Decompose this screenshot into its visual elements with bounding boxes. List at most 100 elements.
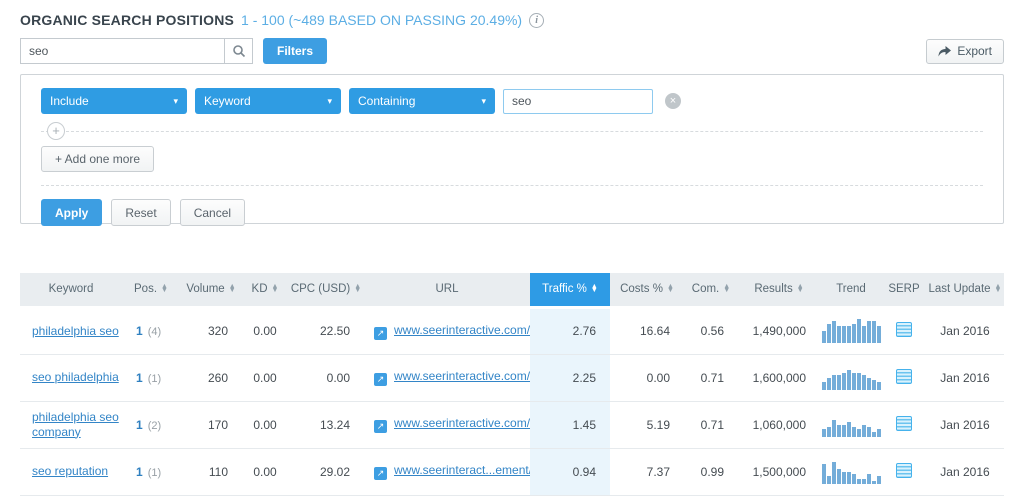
column-header-cpc-usd[interactable]: CPC (USD) ▲ ▼	[288, 273, 364, 309]
column-header-trend: Trend	[820, 273, 882, 309]
serp-icon[interactable]	[896, 462, 912, 478]
search-icon	[232, 45, 245, 58]
last-update-cell: Jan 2016	[926, 401, 1004, 449]
remove-filter-icon[interactable]: ×	[665, 93, 681, 109]
results-cell: 1,490,000	[738, 307, 820, 355]
cancel-button[interactable]: Cancel	[179, 199, 246, 226]
cpc-cell: 13.24	[288, 401, 364, 449]
serp-cell	[882, 401, 926, 449]
keyword-cell: seo philadelphia	[20, 354, 122, 402]
kd-cell: 0.00	[242, 354, 288, 402]
trend-bar	[821, 382, 826, 390]
url-cell: ↗ www.seerinteractive.com/	[364, 401, 530, 449]
trend-bar	[871, 321, 876, 343]
traffic-cell: 2.76	[530, 307, 610, 355]
column-header-costs[interactable]: Costs % ▲ ▼	[610, 273, 684, 309]
keyword-link[interactable]: philadelphia seo company	[32, 410, 119, 439]
trend-bar	[866, 321, 871, 343]
serp-icon[interactable]	[896, 415, 912, 431]
trend-cell	[820, 307, 882, 355]
external-link-icon[interactable]: ↗	[374, 326, 387, 340]
serp-cell	[882, 448, 926, 496]
volume-cell: 260	[180, 354, 242, 402]
trend-bar	[866, 426, 871, 437]
filter-panel: Include ▾ Keyword ▾ Containing ▾ × + + A…	[20, 74, 1004, 226]
last-update-cell: Jan 2016	[926, 354, 1004, 402]
column-header-traffic[interactable]: Traffic % ▲ ▼	[530, 273, 610, 309]
table-header-row: Keyword Pos. ▲ ▼ Volume ▲ ▼ KD ▲ ▼ CPC (USD) ▲ ▼ URL T…	[20, 273, 1004, 309]
traffic-cell: 2.25	[530, 354, 610, 402]
search-input[interactable]	[20, 38, 224, 64]
trend-bar	[856, 478, 861, 484]
competition-cell: 0.56	[684, 307, 738, 355]
trend-bar	[831, 461, 836, 484]
trend-bar	[841, 471, 846, 484]
serp-cell	[882, 307, 926, 355]
results-cell: 1,500,000	[738, 448, 820, 496]
trend-bar	[831, 419, 836, 437]
url-link[interactable]: www.seerinteractive.com/	[394, 369, 530, 383]
trend-bar	[836, 375, 841, 390]
external-link-icon[interactable]: ↗	[374, 373, 387, 386]
column-header-volume[interactable]: Volume ▲ ▼	[180, 273, 242, 309]
url-link[interactable]: www.seerinteractive.com/	[394, 323, 530, 337]
column-header-last-update[interactable]: Last Update ▲ ▼	[926, 273, 1004, 309]
trend-bar	[861, 424, 866, 437]
keyword-link[interactable]: seo reputation	[32, 464, 108, 478]
column-label: CPC (USD)	[290, 283, 351, 296]
chevron-down-icon: ▾	[327, 95, 332, 106]
filter-operator-value: Containing	[358, 94, 416, 108]
chevron-down-icon: ▾	[173, 95, 178, 106]
url-link[interactable]: www.seerinteract...ement/	[394, 463, 530, 477]
filters-button[interactable]: Filters	[263, 38, 328, 64]
filter-operator-dropdown[interactable]: Containing ▾	[349, 88, 495, 114]
column-label: Traffic %	[542, 283, 587, 296]
export-arrow-icon	[938, 45, 952, 56]
column-header-pos[interactable]: Pos. ▲ ▼	[122, 273, 180, 309]
trend-bar	[856, 319, 861, 343]
column-header-results[interactable]: Results ▲ ▼	[738, 273, 820, 309]
sort-icon: ▲ ▼	[354, 282, 362, 295]
position-cell: 1 (1)	[122, 448, 180, 496]
sort-icon: ▲ ▼	[994, 282, 1002, 295]
reset-button[interactable]: Reset	[111, 199, 171, 226]
column-header-com[interactable]: Com. ▲ ▼	[684, 273, 738, 309]
add-filter-plus-icon[interactable]: +	[47, 122, 65, 140]
filter-field-dropdown[interactable]: Keyword ▾	[195, 88, 341, 114]
column-label: KD	[251, 283, 268, 296]
filter-value-input[interactable]	[503, 88, 653, 114]
keyword-link[interactable]: philadelphia seo	[32, 324, 119, 338]
position-previous: (1)	[147, 466, 162, 479]
keyword-link[interactable]: seo philadelphia	[32, 370, 119, 384]
external-link-icon[interactable]: ↗	[374, 420, 387, 433]
serp-icon[interactable]	[896, 368, 912, 384]
column-header-kd[interactable]: KD ▲ ▼	[242, 273, 288, 309]
filter-condition-row: Include ▾ Keyword ▾ Containing ▾ ×	[41, 88, 983, 114]
apply-button[interactable]: Apply	[41, 199, 103, 226]
add-one-more-button[interactable]: + Add one more	[41, 146, 155, 172]
trend-bar	[841, 326, 846, 343]
trend-cell	[820, 354, 882, 402]
sort-icon: ▲ ▼	[666, 282, 674, 295]
url-link[interactable]: www.seerinteractive.com/	[394, 416, 530, 430]
serp-icon[interactable]	[896, 322, 912, 337]
info-icon[interactable]: i	[529, 12, 545, 28]
url-cell: ↗ www.seerinteractive.com/	[364, 354, 530, 402]
trend-sparkline	[821, 319, 881, 343]
trend-bar	[876, 429, 881, 437]
sort-icon: ▲ ▼	[161, 282, 168, 295]
table-body: philadelphia seo 1 (4) 320 0.00 22.50 ↗ www.see…	[20, 307, 1004, 496]
trend-bar	[826, 476, 831, 484]
trend-bar	[826, 323, 831, 343]
search-button[interactable]	[224, 38, 253, 64]
external-link-icon[interactable]: ↗	[374, 467, 387, 480]
report-header: ORGANIC SEARCH POSITIONS 1 - 100 (~489 B…	[20, 10, 1004, 30]
trend-bar	[856, 372, 861, 390]
position-cell: 1 (1)	[122, 354, 180, 402]
position-previous: (2)	[147, 419, 162, 432]
export-button[interactable]: Export	[926, 38, 1004, 64]
trend-bar	[821, 331, 826, 343]
filter-type-dropdown[interactable]: Include ▾	[41, 88, 187, 114]
column-label: Keyword	[48, 283, 94, 296]
column-label: Costs %	[620, 283, 663, 296]
